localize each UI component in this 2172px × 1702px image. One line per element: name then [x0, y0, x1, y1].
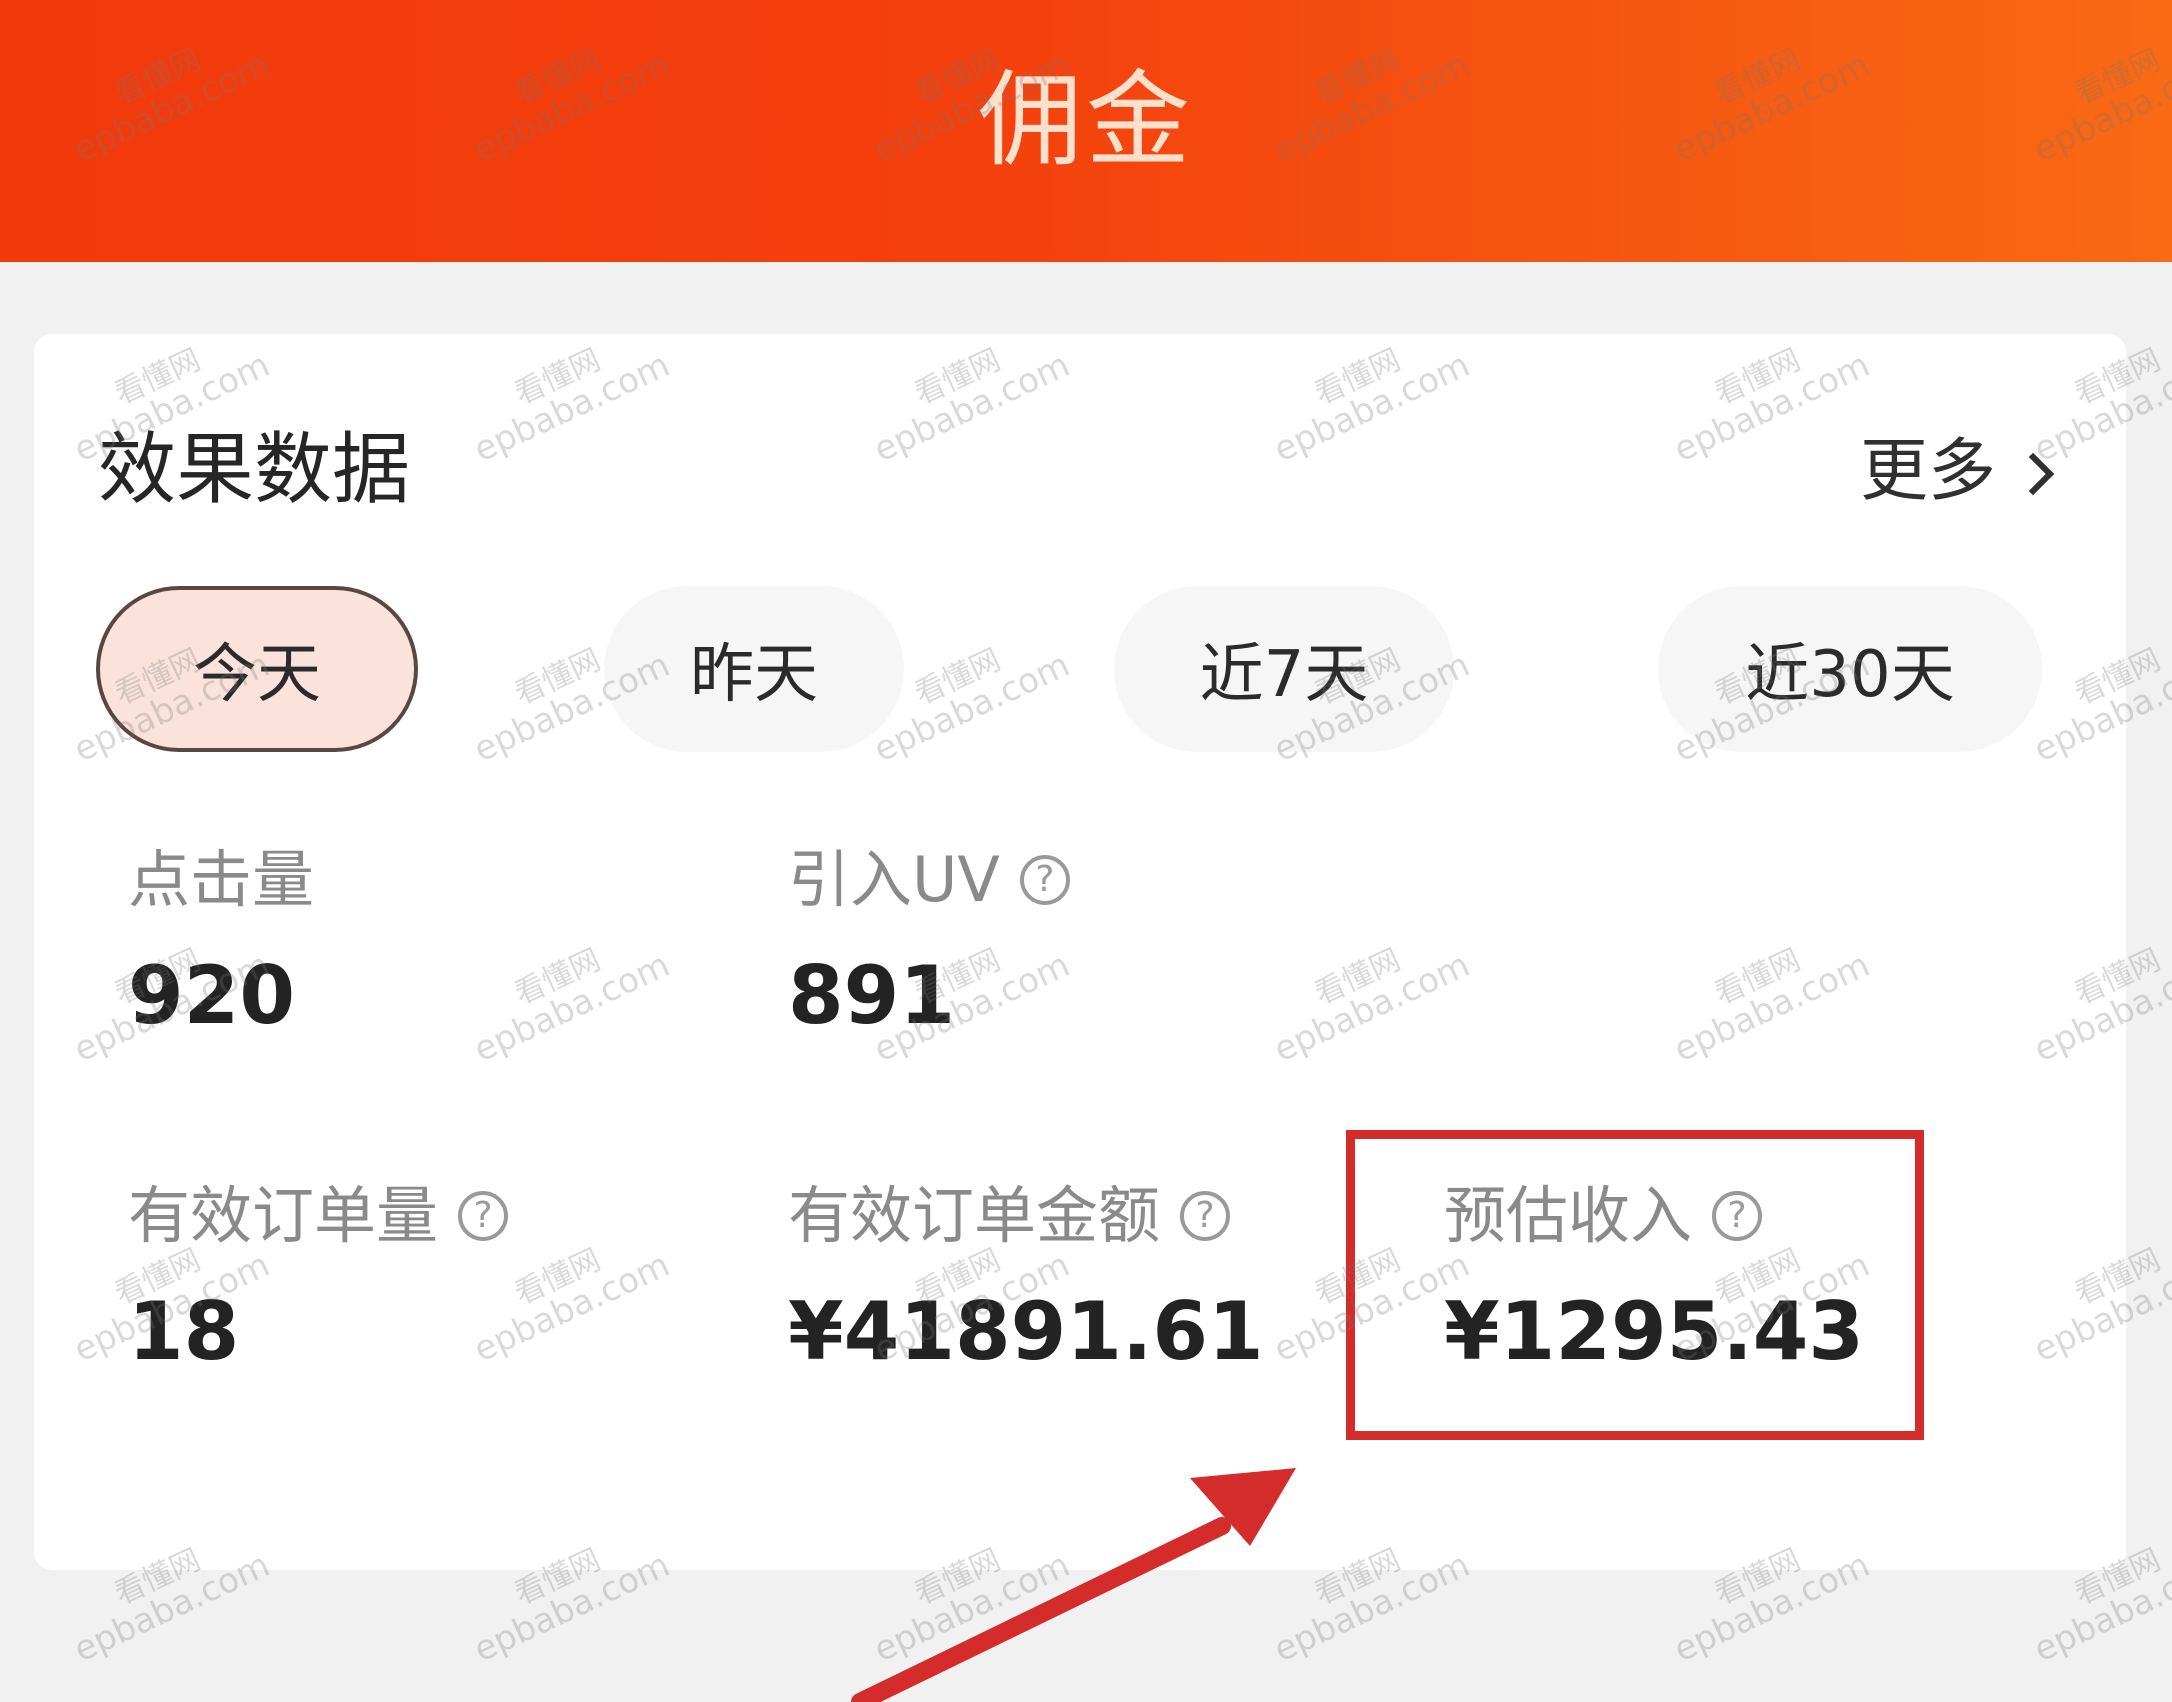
tab-label: 近7天: [1199, 638, 1369, 712]
tab-label: 近30天: [1745, 638, 1955, 712]
metric-value: 920: [128, 949, 295, 1042]
help-circle-icon[interactable]: ?: [1180, 1191, 1231, 1241]
tab-label: 今天: [193, 638, 321, 712]
tab-last-7-days[interactable]: 近7天: [1114, 586, 1454, 752]
metric-clicks: 点击量 920: [128, 842, 314, 1044]
metric-label: 有效订单量: [128, 1179, 439, 1252]
metric-value: ¥41891.61: [788, 1285, 1264, 1378]
help-circle-icon[interactable]: ?: [458, 1191, 509, 1241]
metric-valid-orders: 有效订单量 ? 18: [128, 1178, 509, 1380]
tab-label: 昨天: [690, 638, 818, 712]
more-link[interactable]: 更多: [1859, 430, 2055, 514]
metric-value: 891: [788, 949, 955, 1042]
tab-last-30-days[interactable]: 近30天: [1658, 586, 2042, 752]
help-circle-icon[interactable]: ?: [1019, 855, 1070, 905]
page-title: 佣金: [977, 59, 1194, 181]
chevron-right-icon: [2011, 452, 2055, 496]
metric-label: 点击量: [128, 843, 315, 916]
top-header: 佣金: [0, 0, 2172, 262]
metric-valid-order-amount: 有效订单金额 ? ¥41891.61: [788, 1178, 1264, 1380]
metric-label: 有效订单金额: [788, 1179, 1161, 1252]
tab-yesterday[interactable]: 昨天: [604, 586, 904, 752]
more-label: 更多: [1859, 432, 1996, 511]
highlight-box: [1346, 1130, 1924, 1440]
tab-today[interactable]: 今天: [96, 586, 418, 752]
metric-uv: 引入UV ? 891: [788, 842, 1070, 1044]
metric-value: 18: [128, 1285, 240, 1378]
card-title: 效果数据: [98, 425, 411, 515]
date-range-tabs: 今天 昨天 近7天 近30天: [96, 586, 2086, 752]
metric-label: 引入UV: [788, 843, 1000, 916]
